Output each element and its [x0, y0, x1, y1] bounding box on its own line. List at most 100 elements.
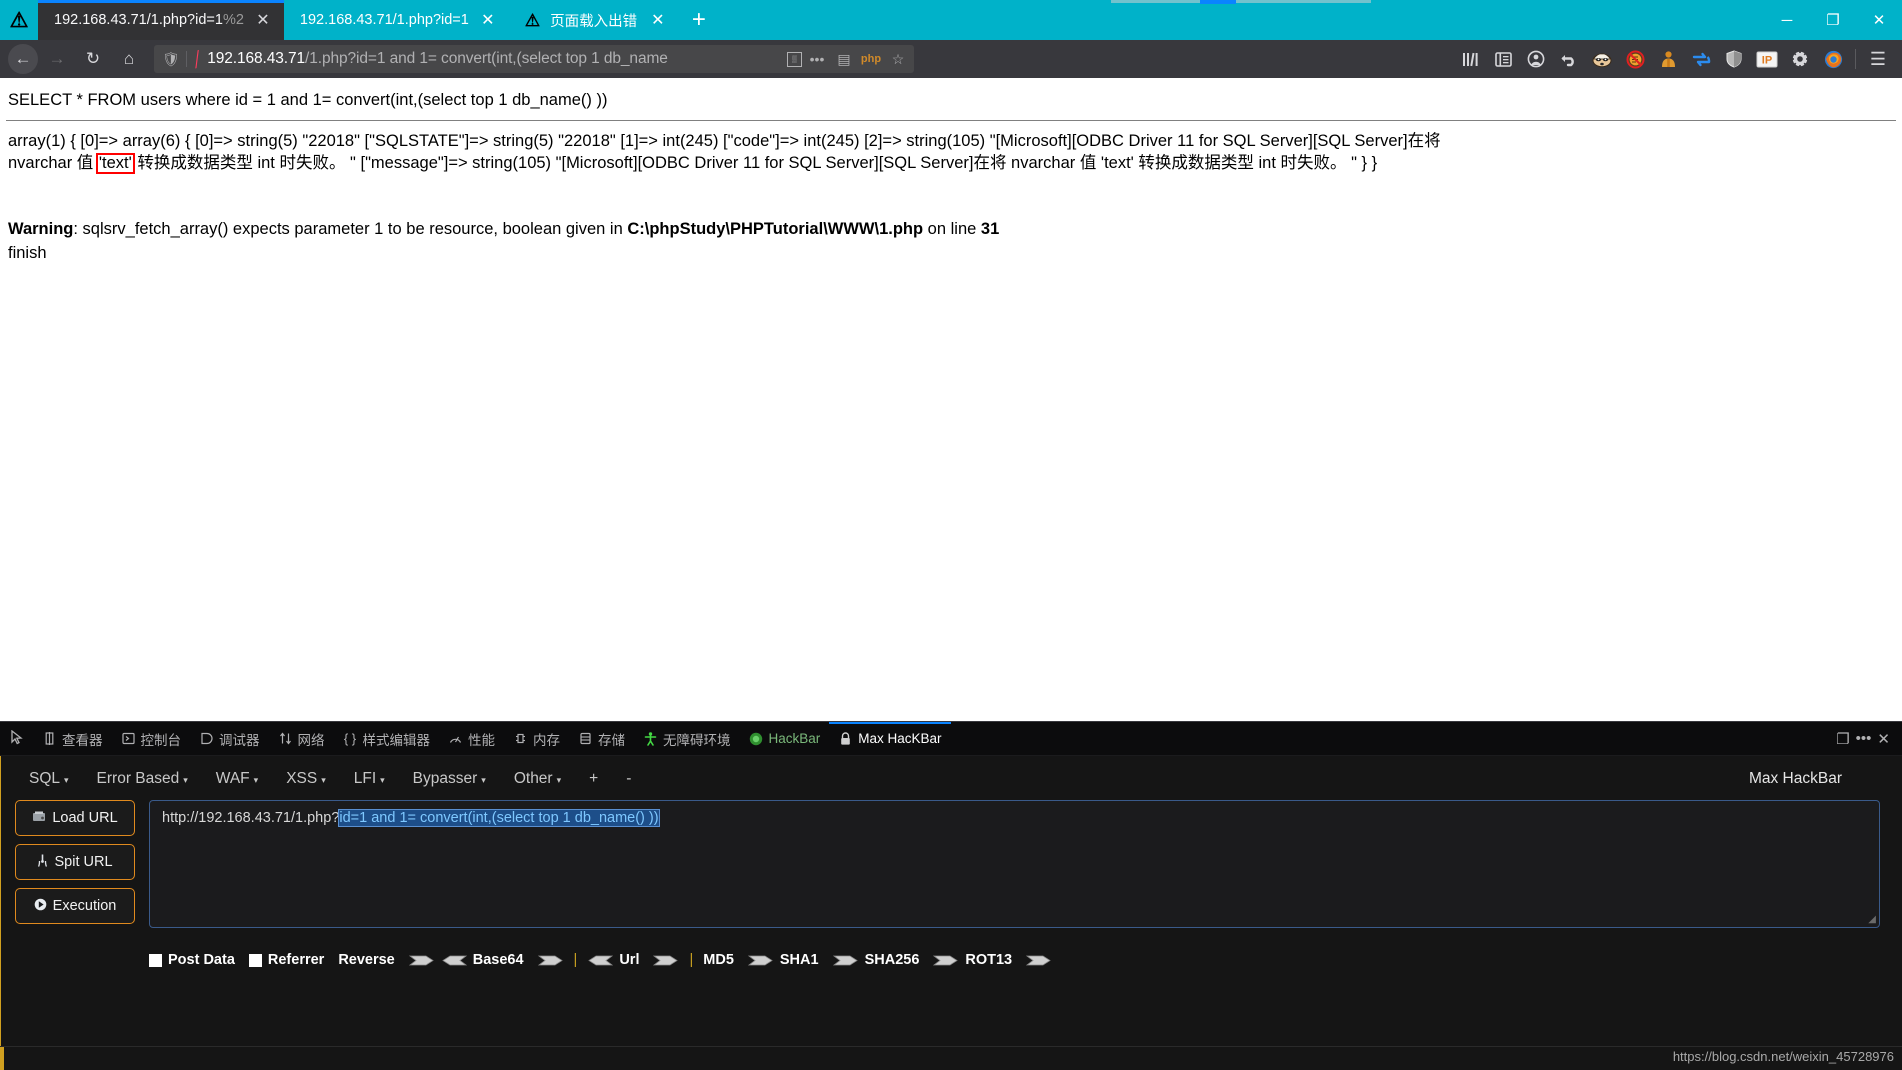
rot13-button[interactable]: [1025, 953, 1052, 968]
sha1-button[interactable]: [832, 953, 859, 968]
hackbar-menu-bypasser[interactable]: Bypasser ▾: [413, 770, 486, 788]
url-bar-divider: [185, 51, 187, 67]
toolbar-divider: [1855, 49, 1856, 69]
textarea-resize-handle[interactable]: ◢: [1868, 914, 1876, 925]
hackbar-menu-remove[interactable]: -: [626, 770, 631, 788]
base64-decode-button[interactable]: [441, 953, 467, 968]
window-minimize-button[interactable]: ─: [1764, 0, 1810, 40]
browser-tab-3-title: 页面载入出错: [550, 13, 638, 30]
hackbar-body: Load URL Spit URL Execution http://192.1…: [1, 800, 1902, 928]
insecure-connection-icon[interactable]: ╱: [190, 50, 204, 69]
page-actions-icon[interactable]: •••: [805, 48, 829, 70]
hackbar-menu-add[interactable]: +: [589, 770, 598, 788]
performance-icon: [448, 731, 463, 746]
browser-tab-3[interactable]: ⚠ 页面载入出错 ✕: [509, 0, 679, 40]
browser-tab-2[interactable]: 192.168.43.71/1.php?id=1 ✕: [284, 0, 509, 40]
browser-tab-2-close-icon[interactable]: ✕: [477, 9, 499, 31]
devtools-tab-hackbar-label: HackBar: [768, 731, 821, 746]
warning-label: Warning: [8, 219, 74, 238]
hackbar-url-textarea[interactable]: http://192.168.43.71/1.php?id=1 and 1= c…: [149, 800, 1880, 928]
var-dump-output: array(1) { [0]=> array(6) { [0]=> string…: [6, 131, 1896, 175]
new-tab-button[interactable]: +: [679, 0, 719, 40]
reader-mode-icon[interactable]: ▤: [832, 48, 856, 70]
hackbar-menu-error-based[interactable]: Error Based ▾: [97, 770, 188, 788]
accessibility-icon: [643, 731, 658, 746]
md5-button[interactable]: [747, 953, 774, 968]
devtools-tab-memory[interactable]: 内存: [504, 722, 569, 756]
browser-navigation-bar: ← → ↻ ⌂ 🛡 ╱ 192.168.43.71/1.php?id=1 and…: [0, 40, 1902, 78]
base64-encode-button[interactable]: [537, 953, 564, 968]
hamburger-menu-icon[interactable]: ☰: [1862, 44, 1894, 74]
md5-label: MD5: [703, 952, 734, 968]
content-divider: [6, 119, 1896, 121]
hackbar-menu-waf[interactable]: WAF ▾: [216, 770, 258, 788]
sha256-button[interactable]: [933, 953, 959, 968]
devtools-close-icon[interactable]: ✕: [1877, 730, 1890, 748]
browser-tab-1-close-icon[interactable]: ✕: [252, 9, 274, 31]
privacy-badger-icon[interactable]: [1586, 44, 1618, 74]
gear-icon[interactable]: [1784, 44, 1816, 74]
hackbar-menu-other[interactable]: Other ▾: [514, 770, 561, 788]
hackbar-menu-lfi[interactable]: LFI ▾: [354, 770, 385, 788]
forward-button[interactable]: →: [40, 44, 74, 74]
devtools-tab-performance-label: 性能: [468, 732, 495, 748]
execution-button[interactable]: Execution: [15, 888, 135, 924]
undo-close-tab-icon[interactable]: [1553, 44, 1585, 74]
element-picker-icon[interactable]: [6, 729, 33, 748]
bookmark-star-icon[interactable]: ☆: [886, 48, 910, 70]
devtools-tab-network-label: 网络: [297, 732, 325, 748]
ip-address-icon[interactable]: IP: [1751, 44, 1783, 74]
devtools-tab-max-hackbar[interactable]: Max HacKBar: [829, 721, 951, 756]
devtools-tab-debugger-label: 调试器: [219, 732, 260, 748]
debugger-icon: [199, 731, 214, 746]
hackbar-menu-sql[interactable]: SQL ▾: [29, 770, 69, 788]
devtools-tab-inspector[interactable]: 查看器: [33, 722, 112, 756]
spit-url-icon: [37, 854, 48, 870]
foxyproxy-icon[interactable]: [1652, 44, 1684, 74]
referrer-label: Referrer: [267, 952, 325, 968]
home-button[interactable]: ⌂: [112, 44, 146, 74]
spit-url-button[interactable]: Spit URL: [15, 844, 135, 880]
post-data-checkbox[interactable]: [149, 953, 162, 967]
window-close-button[interactable]: ✕: [1856, 0, 1902, 40]
load-url-button[interactable]: Load URL: [15, 800, 135, 836]
svg-text:IP: IP: [1762, 54, 1772, 66]
reverse-apply-button[interactable]: [408, 953, 435, 968]
account-icon[interactable]: [1520, 44, 1552, 74]
devtools-tab-inspector-label: 查看器: [62, 732, 103, 748]
noscript-icon[interactable]: [1619, 44, 1651, 74]
referrer-checkbox[interactable]: [248, 953, 262, 967]
warning-file-path: C:\phpStudy\PHPTutorial\WWW\1.php: [627, 219, 924, 238]
devtools-tab-console[interactable]: 控制台: [112, 722, 191, 756]
browser-tab-3-close-icon[interactable]: ✕: [647, 9, 669, 31]
devtools-tab-network[interactable]: 网络: [269, 722, 334, 756]
library-icon[interactable]: [1454, 44, 1486, 74]
window-restore-button[interactable]: ❐: [1810, 0, 1856, 40]
firefox-icon[interactable]: [1817, 44, 1849, 74]
url-encode-button[interactable]: [653, 953, 679, 968]
devtools-tab-storage[interactable]: 存储: [569, 722, 634, 756]
loop-refresh-icon[interactable]: [1685, 44, 1717, 74]
sql-query-echo: SELECT * FROM users where id = 1 and 1= …: [8, 91, 608, 109]
url-decode-button[interactable]: [587, 953, 614, 968]
devtools-tab-accessibility[interactable]: 无障碍环境: [634, 722, 740, 756]
devtools-tab-hackbar[interactable]: HackBar: [740, 722, 830, 756]
devtools-meatball-menu-icon[interactable]: •••: [1856, 730, 1872, 747]
sha1-label: SHA1: [779, 952, 819, 968]
url-bar[interactable]: 🛡 ╱ 192.168.43.71/1.php?id=1 and 1= conv…: [154, 45, 914, 73]
browser-tab-1[interactable]: 192.168.43.71/1.php?id=1%2 ✕: [38, 0, 284, 40]
devtools-tab-debugger[interactable]: 调试器: [190, 722, 269, 756]
ublock-shield-icon[interactable]: [1718, 44, 1750, 74]
tracking-protection-shield-icon[interactable]: 🛡: [162, 51, 180, 68]
qr-code-icon[interactable]: ▒: [787, 51, 802, 67]
devtools-toolbar-right: ❐ ••• ✕: [1836, 730, 1896, 748]
hackbar-encoder-row: Post Data Referrer Reverse Base64 | Url …: [1, 928, 1902, 968]
back-button[interactable]: ←: [8, 44, 38, 74]
devtools-tab-performance[interactable]: 性能: [439, 722, 504, 756]
php-badge-icon[interactable]: php: [859, 48, 883, 70]
devtools-tab-style-editor[interactable]: { } 样式编辑器: [334, 722, 440, 756]
hackbar-menu-xss[interactable]: XSS ▾: [286, 770, 326, 788]
reload-button[interactable]: ↻: [76, 44, 110, 74]
sidebar-icon[interactable]: [1487, 44, 1519, 74]
devtools-dock-icon[interactable]: ❐: [1836, 730, 1849, 748]
